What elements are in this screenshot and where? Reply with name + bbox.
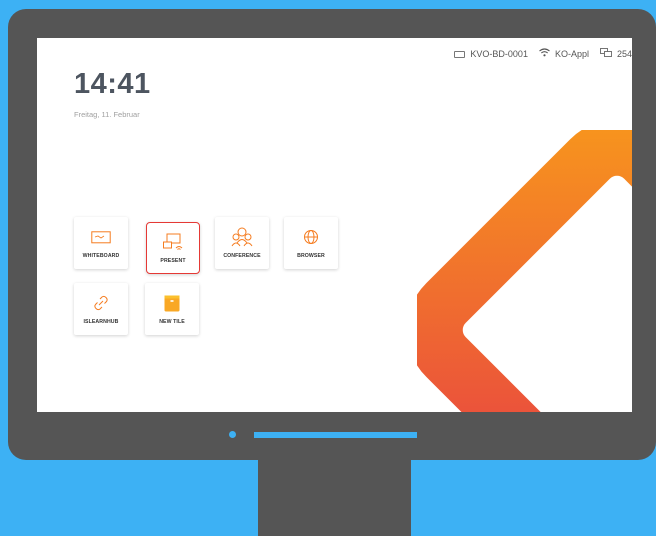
network-name: KO-Appl [554,49,589,59]
new-tile-icon [164,293,180,313]
clock-time: 14:41 [74,68,151,100]
home-screen: KVO-BD-0001 KO-Appl 254 14:41 Freitag, 1… [37,38,632,412]
tile-browser[interactable]: BROWSER [284,217,338,269]
brand-diamond-graphic [417,130,632,412]
status-bar: KVO-BD-0001 KO-Appl 254 [454,46,632,62]
device-name: KVO-BD-0001 [470,49,528,59]
link-icon [93,293,109,313]
power-led [229,431,236,438]
conference-icon [231,227,253,247]
tile-whiteboard[interactable]: WHITEBOARD [74,217,128,269]
tile-label: BROWSER [297,253,325,259]
globe-icon [303,227,319,247]
monitor-stand [258,458,411,536]
tile-label: WHITEBOARD [82,253,120,259]
tile-present[interactable]: PRESENT [146,222,200,274]
tile-label: PRESENT [160,258,186,264]
tile-islearnhub[interactable]: ISLEARNHUB [74,283,128,335]
display-icon [454,50,466,58]
storage-icon [600,48,612,60]
clock-date: Freitag, 11. Februar [74,110,140,119]
tile-new-tile[interactable]: NEW TILE [145,283,199,335]
whiteboard-icon [91,227,111,247]
tile-label: NEW TILE [159,319,185,325]
light-bar [254,432,417,438]
storage-value: 254 [616,49,632,59]
tile-label: CONFERENCE [223,253,261,259]
tile-conference[interactable]: CONFERENCE [215,217,269,269]
wifi-icon [539,48,550,60]
tile-label: ISLEARNHUB [83,319,119,325]
present-icon [162,232,184,252]
